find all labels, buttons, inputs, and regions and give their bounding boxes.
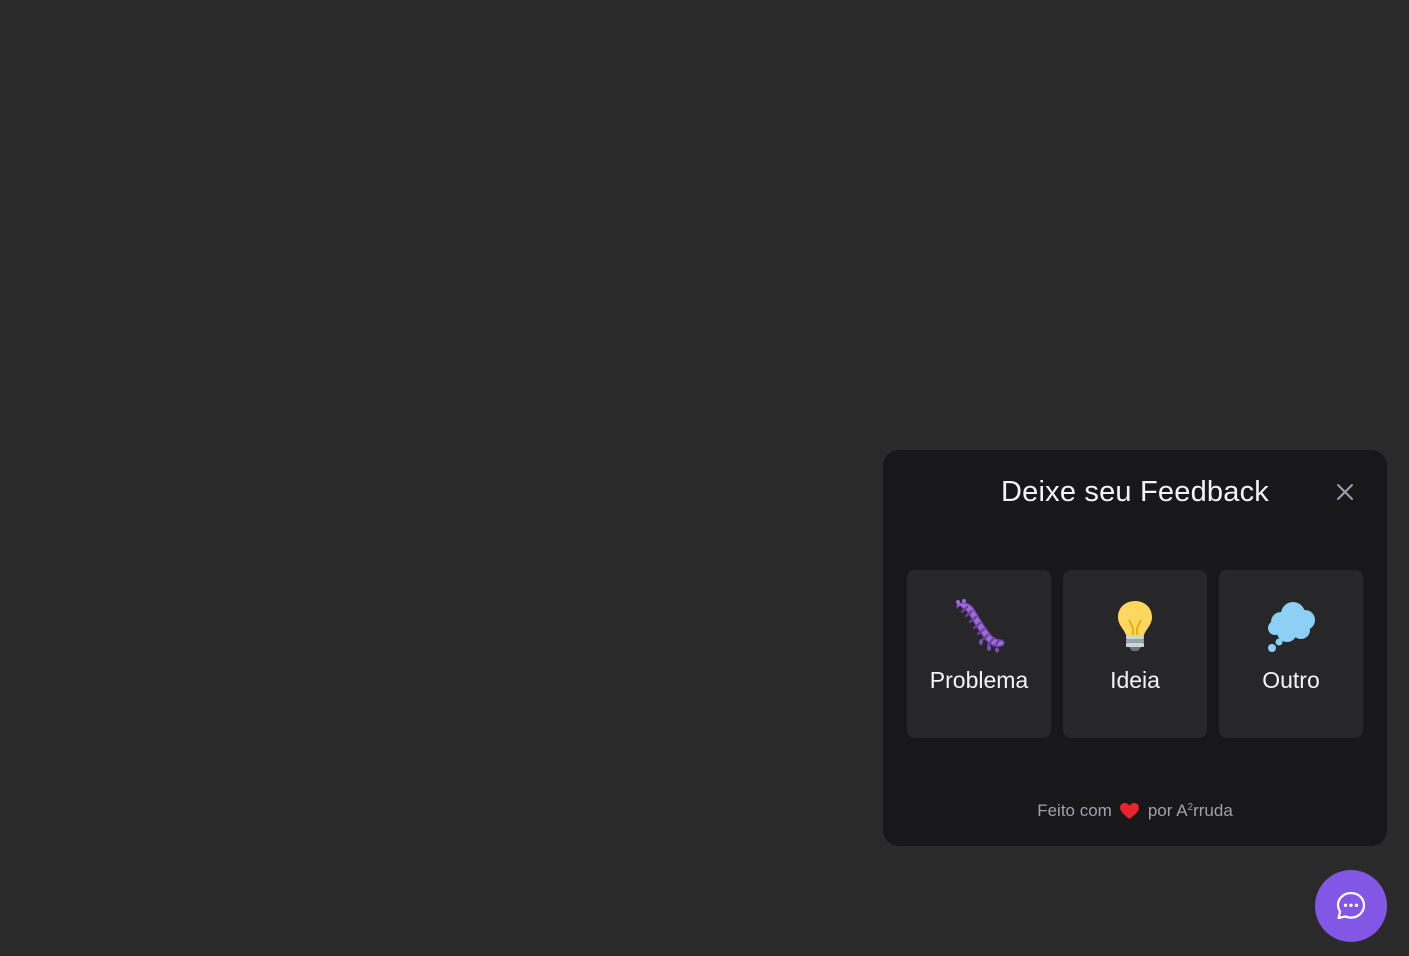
close-button[interactable]: [1331, 478, 1359, 506]
page: Deixe seu Feedback Problema Ideia Outro …: [0, 0, 1409, 956]
feedback-type-label: Problema: [929, 667, 1029, 693]
close-icon: [1337, 484, 1353, 500]
feedback-type-label: Ideia: [1110, 667, 1160, 693]
widget-header: Deixe seu Feedback: [883, 450, 1387, 534]
footer-by: por A: [1147, 801, 1188, 820]
lightbulb-icon: [1107, 598, 1163, 654]
feedback-type-problema-button[interactable]: Problema: [907, 570, 1051, 738]
chat-dots-icon: [1336, 891, 1366, 920]
footer-prefix: Feito com: [1037, 801, 1112, 820]
widget-footer: Feito com por A2rruda: [883, 800, 1387, 822]
feedback-type-ideia-button[interactable]: Ideia: [1063, 570, 1207, 738]
feedback-launcher-button[interactable]: [1315, 870, 1387, 942]
feedback-type-list: Problema Ideia Outro: [907, 570, 1363, 738]
feedback-type-outro-button[interactable]: Outro: [1219, 570, 1363, 738]
widget-title: Deixe seu Feedback: [1001, 476, 1269, 508]
thought-bubble-icon: [1263, 598, 1319, 654]
footer-author-sup: 2: [1187, 802, 1194, 813]
footer-suffix: rruda: [1193, 801, 1233, 820]
feedback-widget: Deixe seu Feedback Problema Ideia Outro …: [883, 450, 1387, 846]
heart-icon: [1120, 801, 1140, 821]
bug-icon: [951, 598, 1007, 654]
footer-author: por A2rruda: [1148, 800, 1233, 822]
feedback-type-label: Outro: [1262, 667, 1320, 693]
